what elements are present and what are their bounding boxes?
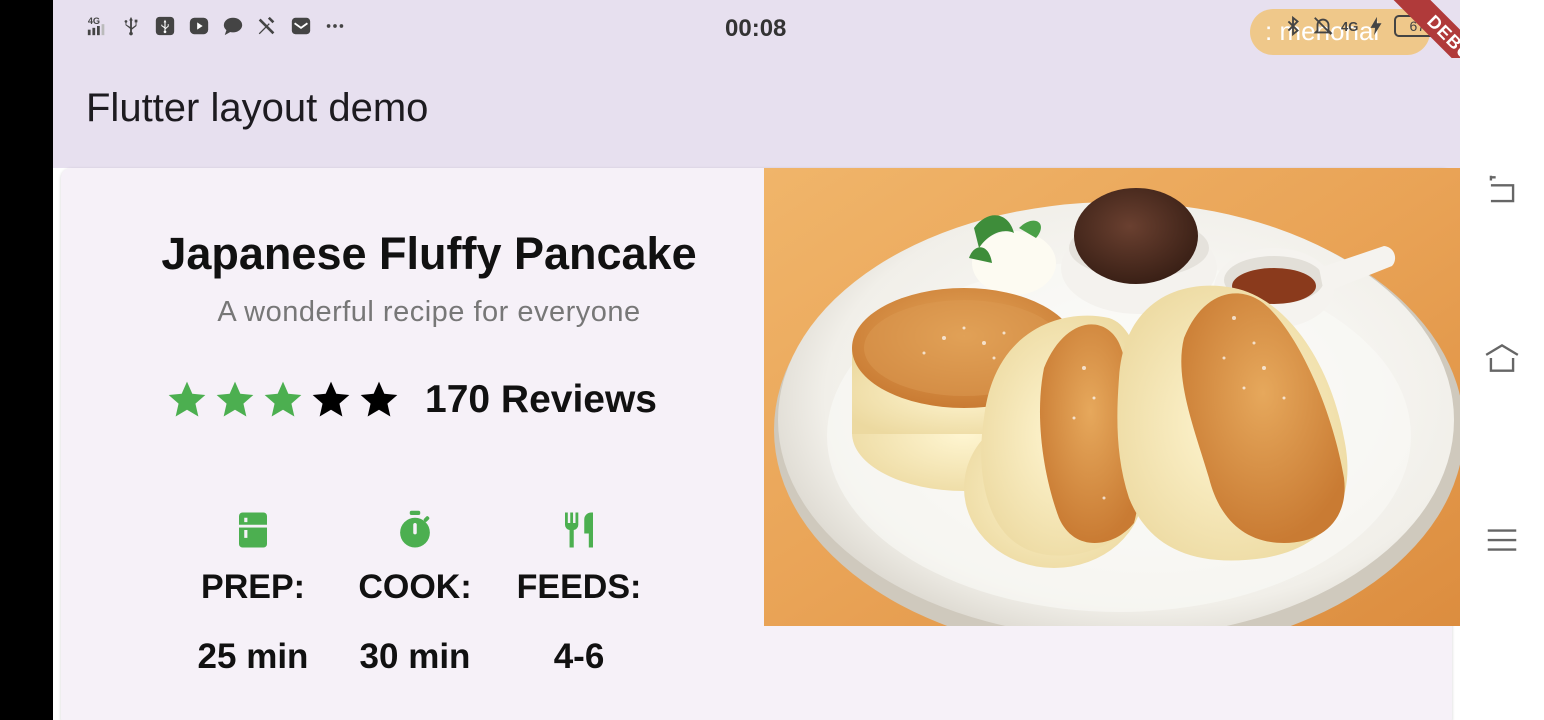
restaurant-icon [557,508,601,552]
info-prep: PREP: 25 min [181,508,325,677]
signal-4g-icon: 4G [85,14,109,38]
status-left-icons: 4G [85,14,347,38]
reviews-count: 170 Reviews [425,378,658,421]
recipe-subtitle: A wonderful recipe for everyone [217,296,641,328]
star-icon [355,376,403,424]
svg-text:4G: 4G [88,16,100,26]
menu-icon [1487,529,1517,551]
system-nav-bar [1460,0,1544,720]
prep-value: 25 min [197,637,309,676]
cook-value: 30 min [359,637,471,676]
star-icon [307,376,355,424]
mail-icon [289,14,313,38]
recipe-card: Japanese Fluffy Pancake A wonderful reci… [61,168,1460,720]
tools-icon [255,14,279,38]
timer-icon [393,508,437,552]
status-time: 00:08 [725,15,787,42]
info-cook: COOK: 30 min [325,508,505,677]
info-row: PREP: 25 min COOK: 30 min FEEDS: 4-6 [181,508,653,677]
feeds-label: FEEDS: [516,568,642,606]
star-icon [211,376,259,424]
usb-debug-icon [153,14,177,38]
rating-row: 170 Reviews [163,376,657,424]
feeds-value: 4-6 [553,637,605,676]
more-icon [323,14,347,38]
app-title: Flutter layout demo [86,86,429,130]
mute-icon [1311,14,1335,38]
screen-bezel [0,0,53,720]
back-button[interactable] [1482,170,1522,210]
status-bar: 4G 00:08 : menonal 4G 67 [53,0,1460,58]
charging-icon [1364,14,1388,38]
star-icon [259,376,307,424]
cook-label: COOK: [358,568,472,606]
back-icon [1489,175,1515,203]
prep-label: PREP: [201,568,305,606]
usb-icon [119,14,143,38]
info-feeds: FEEDS: 4-6 [505,508,653,677]
app-bar: Flutter layout demo [53,58,1460,168]
content-area: Japanese Fluffy Pancake A wonderful reci… [53,168,1460,720]
recipe-title: Japanese Fluffy Pancake [161,228,697,279]
chat-icon [221,14,245,38]
pancake-photo [764,168,1460,626]
home-button[interactable] [1482,338,1522,378]
menu-button[interactable] [1482,520,1522,560]
kitchen-icon [231,508,275,552]
bluetooth-icon [1281,14,1305,38]
youtube-icon [187,14,211,38]
app-window: 4G 00:08 : menonal 4G 67 DEBUG Flutter l… [53,0,1460,720]
star-icon [163,376,211,424]
network-label: 4G [1341,18,1359,34]
home-icon [1485,343,1519,372]
